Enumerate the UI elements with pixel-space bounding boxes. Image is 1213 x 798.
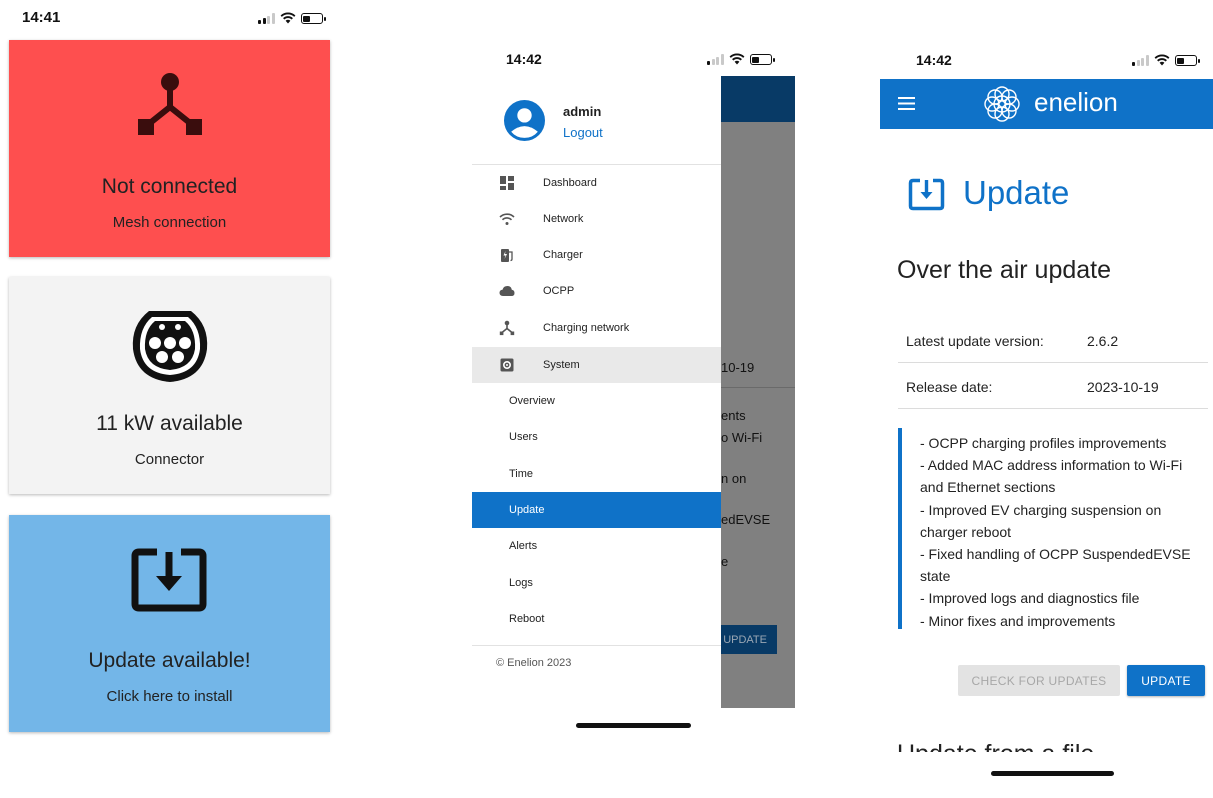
submenu-item-overview[interactable]: Overview <box>472 383 721 419</box>
download-icon <box>131 548 207 612</box>
mesh-status-subtitle: Mesh connection <box>112 214 227 231</box>
info-row: Latest update version: 2.6.2 <box>898 318 1208 363</box>
status-icons <box>707 53 775 65</box>
signal-icon <box>1132 55 1149 66</box>
menu-item-label: Charger <box>543 249 583 261</box>
page-title: Update <box>963 174 1070 211</box>
mesh-connection-card[interactable]: Not connected Mesh connection <box>9 40 330 257</box>
update-card-subtitle: Click here to install <box>106 688 233 705</box>
wifi-status-icon <box>280 12 295 24</box>
cloud-icon <box>499 286 515 296</box>
wifi-icon <box>499 213 515 225</box>
release-note: - Minor fixes and improvements <box>920 612 1116 629</box>
battery-icon <box>749 54 775 65</box>
mesh-status-title: Not connected <box>101 175 238 198</box>
footer-copyright: © Enelion 2023 <box>496 657 572 669</box>
submenu-item-alerts[interactable]: Alerts <box>472 528 721 564</box>
wifi-status-icon <box>729 53 744 65</box>
background-overlay[interactable]: 10-19 ents o Wi-Fi n on edEVSE e UPDATE <box>721 76 795 708</box>
update-page-icon <box>908 178 945 211</box>
background-text: 10-19 <box>721 360 755 375</box>
menu-item-network[interactable]: Network <box>472 201 721 237</box>
status-time: 14:42 <box>506 51 542 67</box>
mesh-network-icon <box>138 73 202 135</box>
menu-item-charger[interactable]: Charger <box>472 237 721 273</box>
check-for-updates-button[interactable]: CHECK FOR UPDATES <box>958 665 1120 696</box>
release-note: - Added MAC address information to Wi-Fi… <box>920 457 1183 496</box>
submenu-item-logs[interactable]: Logs <box>472 565 721 601</box>
logout-link[interactable]: Logout <box>563 125 603 140</box>
signal-icon <box>707 54 724 65</box>
connector-status-title: 11 kW available <box>96 412 243 435</box>
divider <box>472 645 721 646</box>
background-text: edEVSE <box>721 512 771 527</box>
update-card-title: Update available! <box>88 649 251 672</box>
charger-icon <box>501 249 513 262</box>
background-update-button: UPDATE <box>721 625 777 654</box>
release-notes: - OCPP charging profiles improvements - … <box>898 428 1208 629</box>
connector-status-subtitle: Connector <box>134 451 205 468</box>
release-note: - OCPP charging profiles improvements <box>920 435 1167 451</box>
info-row: Release date: 2023-10-19 <box>898 364 1208 409</box>
info-label: Latest update version: <box>906 333 1044 349</box>
status-time: 14:42 <box>916 52 952 68</box>
brand-name: enelion <box>1034 87 1118 117</box>
release-note: - Fixed handling of OCPP SuspendedEVSE s… <box>920 546 1191 585</box>
status-icons <box>1132 54 1200 66</box>
submenu-item-users[interactable]: Users <box>472 419 721 455</box>
release-note: - Improved logs and diagnostics file <box>920 590 1140 607</box>
section-title: Over the air update <box>897 256 1112 284</box>
info-value: 2023-10-19 <box>1087 379 1159 395</box>
background-divider <box>721 387 795 388</box>
menu-item-ocpp[interactable]: OCPP <box>472 273 721 309</box>
app-bar: enelion <box>880 79 1213 129</box>
home-indicator[interactable] <box>576 723 691 728</box>
battery-icon <box>1174 55 1200 66</box>
next-section-clip: Update from a file <box>880 742 1213 752</box>
dashboard-icon <box>500 176 514 190</box>
status-time: 14:41 <box>22 9 61 26</box>
background-text: o Wi-Fi <box>721 430 763 445</box>
wifi-status-icon <box>1154 54 1169 66</box>
menu-item-label: Charging network <box>543 322 630 334</box>
info-label: Release date: <box>906 379 993 395</box>
battery-icon <box>300 13 326 24</box>
menu-item-label: System <box>543 359 580 371</box>
signal-icon <box>258 13 275 24</box>
background-text: ents <box>721 408 746 423</box>
update-available-card[interactable]: Update available! Click here to install <box>9 515 330 732</box>
next-section-title: Update from a file <box>897 742 1094 752</box>
type2-connector-icon <box>132 311 208 382</box>
background-text: n on <box>721 471 747 486</box>
hamburger-menu-icon[interactable] <box>898 97 915 110</box>
submenu-item-time[interactable]: Time <box>472 456 721 492</box>
info-value: 2.6.2 <box>1087 333 1119 349</box>
gear-icon <box>500 358 514 372</box>
release-note: - Improved EV charging suspension on cha… <box>920 501 1162 540</box>
menu-item-charging-network[interactable]: Charging network <box>472 310 721 346</box>
account-circle-icon <box>504 100 545 141</box>
status-icons <box>258 12 326 24</box>
enelion-logo-icon <box>984 86 1020 122</box>
update-button[interactable]: UPDATE <box>1127 665 1205 696</box>
user-name: admin <box>563 104 602 119</box>
submenu-item-update[interactable]: Update <box>472 492 721 528</box>
background-appbar <box>721 76 795 122</box>
nav-drawer: admin Logout Dashboard Network Charger O… <box>472 76 721 708</box>
connector-card[interactable]: 11 kW available Connector <box>9 277 330 494</box>
menu-item-dashboard[interactable]: Dashboard <box>472 165 721 201</box>
mesh-network-icon <box>499 320 515 336</box>
submenu-item-reboot[interactable]: Reboot <box>472 601 721 637</box>
menu-item-label: Network <box>543 213 584 225</box>
home-indicator[interactable] <box>991 771 1114 776</box>
menu-item-system[interactable]: System <box>472 347 721 383</box>
menu-item-label: OCPP <box>543 285 575 297</box>
menu-item-label: Dashboard <box>543 177 597 189</box>
background-text: e <box>721 554 729 569</box>
